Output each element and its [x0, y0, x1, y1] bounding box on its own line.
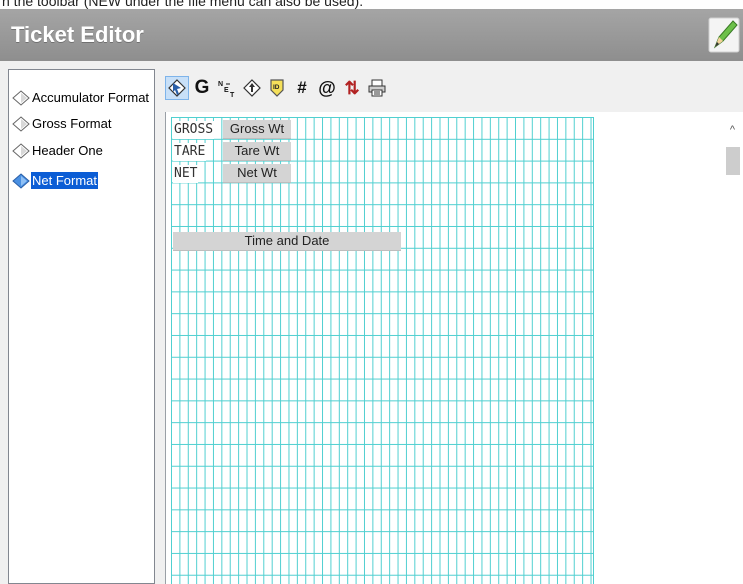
svg-text:T: T [230, 92, 235, 98]
net-weight-field[interactable]: Net Wt [223, 164, 291, 183]
tree-item-label: Gross Format [32, 116, 112, 131]
net-tare-icon: N E T [218, 81, 235, 98]
format-tree[interactable]: Accumulator Format Gross Format Header O… [8, 69, 155, 584]
tree-item-label: Header One [32, 143, 103, 158]
at-sign-icon: @ [318, 77, 336, 98]
id-badge-icon: ID [270, 79, 284, 97]
gross-field-button[interactable]: G [190, 76, 214, 100]
editor-toolbar: G N E T ID # @ ⇅ [165, 75, 390, 101]
diamond-icon [12, 142, 30, 159]
scroll-up-arrow-icon[interactable]: ^ [724, 121, 741, 138]
diamond-icon [12, 172, 30, 189]
title-bar: Ticket Editor [0, 9, 743, 61]
time-and-date-field[interactable]: Time and Date [173, 232, 401, 251]
print-button[interactable] [365, 76, 389, 100]
id-badge-button[interactable]: ID [265, 76, 289, 100]
diamond-arrow-icon [243, 79, 261, 97]
svg-text:N: N [218, 81, 223, 88]
tree-item-gross-format[interactable]: Gross Format [12, 114, 112, 133]
window-title: Ticket Editor [11, 22, 144, 47]
svg-text:E: E [224, 87, 229, 94]
tree-item-label: Accumulator Format [32, 90, 150, 105]
diamond-icon [12, 89, 30, 106]
diamond-arrow-button[interactable] [240, 76, 264, 100]
vertical-scrollbar[interactable]: ^ [724, 121, 741, 584]
diamond-icon [12, 115, 30, 132]
tare-label[interactable]: TARE [173, 143, 207, 161]
tree-item-label: Net Format [31, 172, 99, 189]
gross-g-icon: G [194, 77, 210, 98]
swap-button[interactable]: ⇅ [340, 76, 364, 100]
select-pointer-icon [168, 79, 186, 97]
number-field-button[interactable]: # [290, 76, 314, 100]
net-label[interactable]: NET [173, 165, 199, 183]
layout-grid[interactable] [171, 117, 594, 584]
tree-item-header-one[interactable]: Header One [12, 141, 104, 160]
swap-arrows-icon: ⇅ [344, 77, 360, 98]
tree-item-net-format[interactable]: Net Format [12, 171, 99, 190]
net-tare-button[interactable]: N E T [215, 76, 239, 100]
pencil-icon[interactable] [707, 15, 741, 55]
gross-weight-field[interactable]: Gross Wt [223, 120, 291, 139]
scroll-thumb[interactable] [726, 147, 740, 175]
tree-item-accumulator-format[interactable]: Accumulator Format [12, 88, 150, 107]
svg-text:ID: ID [273, 84, 280, 91]
tare-weight-field[interactable]: Tare Wt [223, 142, 291, 161]
select-pointer-button[interactable] [165, 76, 189, 100]
ticket-editor-canvas[interactable]: GROSS Gross Wt TARE Tare Wt NET Net Wt T… [165, 112, 743, 584]
at-field-button[interactable]: @ [315, 76, 339, 100]
gross-label[interactable]: GROSS [173, 121, 215, 139]
document-text-snippet: n the toolbar (NEW under the file menu c… [2, 0, 364, 9]
printer-icon [368, 79, 386, 97]
number-hash-icon: # [297, 78, 307, 97]
